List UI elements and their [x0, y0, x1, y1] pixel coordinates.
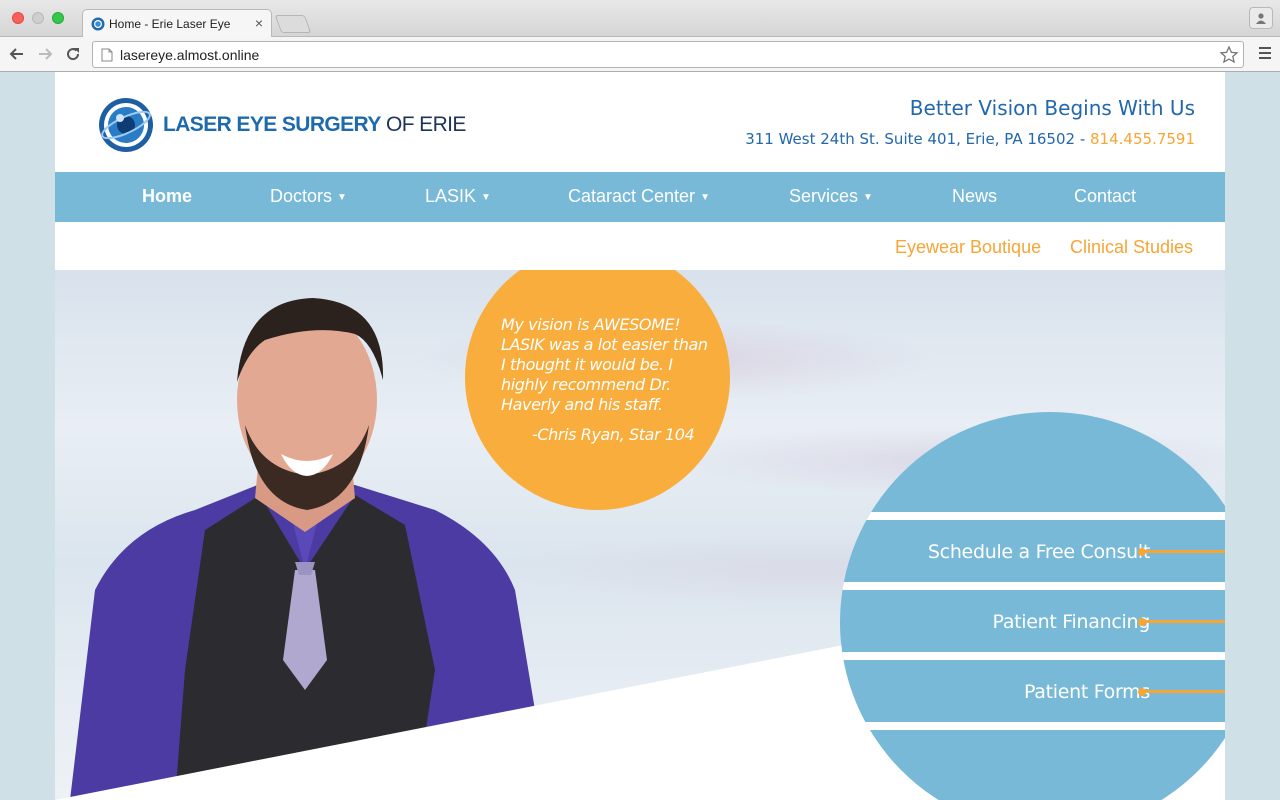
page-icon — [101, 48, 113, 62]
nav-item-lasik-label: LASIK — [425, 186, 477, 206]
phone-link[interactable]: 814.455.7591 — [1090, 130, 1195, 148]
clinical-studies-link[interactable]: Clinical Studies — [1070, 237, 1193, 258]
logo-text-thin: OF ERIE — [385, 113, 466, 136]
cta-divider — [840, 652, 1225, 660]
person-icon — [1256, 13, 1266, 24]
chevron-down-icon: ▼ — [481, 192, 491, 203]
reload-button[interactable] — [62, 43, 84, 65]
browser-tab-active[interactable]: Home - Erie Laser Eye × — [82, 9, 272, 37]
address-bar[interactable]: lasereye.almost.online — [92, 41, 1244, 68]
profile-button[interactable] — [1249, 7, 1273, 29]
cta-divider — [840, 722, 1225, 730]
nav-item-cataract-center[interactable]: Cataract Center ▼ — [568, 186, 710, 207]
url-text: lasereye.almost.online — [120, 47, 260, 63]
reload-icon — [67, 48, 80, 61]
browser-titlebar: Home - Erie Laser Eye × — [0, 0, 1280, 37]
logo-text: LASER EYE SURGERY OF ERIE — [163, 113, 466, 137]
nav-item-contact[interactable]: Contact — [1074, 186, 1136, 207]
contact-line: 311 West 24th St. Suite 401, Erie, PA 16… — [745, 130, 1195, 148]
nav-item-doctors[interactable]: Doctors ▼ — [270, 186, 347, 207]
testimonial-author: -Chris Ryan, Star 104 — [532, 425, 695, 444]
cta-accent-line — [1140, 550, 1225, 553]
chevron-down-icon: ▼ — [700, 192, 710, 203]
logo-text-bold: LASER EYE SURGERY — [163, 113, 381, 136]
forward-arrow-icon — [39, 48, 53, 60]
cta-divider — [840, 582, 1225, 590]
nav-item-home[interactable]: Home — [142, 186, 192, 207]
tab-title: Home - Erie Laser Eye — [109, 17, 231, 31]
site-tagline: Better Vision Begins With Us — [909, 96, 1195, 120]
back-button[interactable] — [6, 43, 28, 65]
hero-banner: My vision is AWESOME! LASIK was a lot ea… — [55, 270, 1225, 800]
minimize-window-button[interactable] — [32, 12, 44, 24]
site-logo[interactable]: LASER EYE SURGERY OF ERIE — [97, 96, 466, 154]
chevron-down-icon: ▼ — [337, 192, 347, 203]
chevron-down-icon: ▼ — [863, 192, 873, 203]
zoom-window-button[interactable] — [52, 12, 64, 24]
eyewear-boutique-link[interactable]: Eyewear Boutique — [895, 237, 1041, 258]
cta-divider — [840, 512, 1225, 520]
bookmark-star-icon[interactable] — [1219, 45, 1239, 65]
forward-button[interactable] — [34, 43, 56, 65]
schedule-consult-link[interactable]: Schedule a Free Consult — [928, 541, 1150, 563]
nav-item-news[interactable]: News — [952, 186, 997, 207]
nav-item-lasik[interactable]: LASIK ▼ — [425, 186, 491, 207]
nav-item-services[interactable]: Services ▼ — [789, 186, 873, 207]
nav-item-doctors-label: Doctors — [270, 186, 333, 206]
cta-accent-line — [1140, 620, 1225, 623]
web-page: LASER EYE SURGERY OF ERIE Better Vision … — [55, 72, 1225, 800]
patient-forms-link[interactable]: Patient Forms — [1024, 681, 1150, 703]
back-arrow-icon — [9, 48, 23, 60]
cta-accent-line — [1140, 690, 1225, 693]
nav-item-services-label: Services — [789, 186, 859, 206]
tab-close-icon[interactable]: × — [255, 15, 263, 31]
browser-toolbar: lasereye.almost.online — [0, 37, 1280, 72]
new-tab-button[interactable] — [274, 15, 312, 33]
close-window-button[interactable] — [12, 12, 24, 24]
patient-financing-link[interactable]: Patient Financing — [993, 611, 1151, 633]
logo-eye-icon — [99, 98, 153, 152]
site-favicon-icon — [91, 17, 105, 31]
address-text: 311 West 24th St. Suite 401, Erie, PA 16… — [745, 130, 1091, 148]
nav-item-cataract-label: Cataract Center — [568, 186, 696, 206]
main-nav: Home Doctors ▼ LASIK ▼ Cataract Center ▼ Se… — [55, 172, 1225, 222]
testimonial-quote: My vision is AWESOME! LASIK was a lot ea… — [501, 315, 708, 414]
hamburger-menu-icon[interactable] — [1258, 46, 1272, 60]
